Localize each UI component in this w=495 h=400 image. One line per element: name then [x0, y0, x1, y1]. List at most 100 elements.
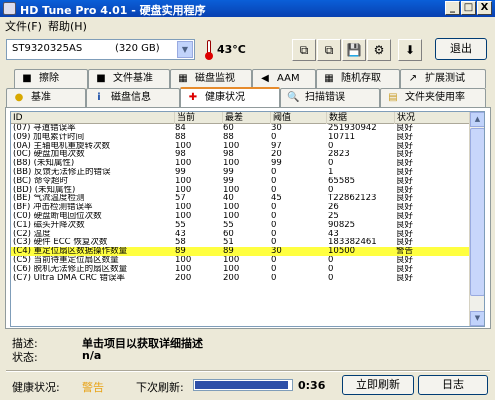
cell-status: 良好	[396, 167, 414, 177]
table-row[interactable]: (BB) 反馈无法修正的错误 99 99 0 1 良好	[11, 168, 470, 177]
table-row[interactable]: (B8) (未知属性) 100 100 99 0 良好	[11, 159, 470, 168]
vertical-scrollbar[interactable]: ▲ ▼	[469, 112, 484, 326]
cell-status: 良好	[396, 159, 414, 168]
cell-threshold: 0	[271, 176, 277, 186]
cell-threshold: 0	[271, 203, 277, 212]
menu-help[interactable]: 帮助(H)	[48, 18, 87, 34]
table-row[interactable]: (C3) 硬件 ECC 恢复次数 58 51 0 183382461 良好	[11, 238, 470, 247]
cell-status: 良好	[396, 150, 414, 160]
table-row[interactable]: (C2) 温度 43 60 0 43 良好	[11, 230, 470, 239]
cell-id: (BE) 气流温度检测	[13, 194, 85, 204]
cell-worst: 51	[223, 238, 234, 248]
cell-data: T22862123	[328, 194, 377, 204]
minimize-button[interactable]: _	[445, 1, 460, 15]
table-row[interactable]: (BC) 命令超时 100 99 0 65585 良好	[11, 177, 470, 186]
header-current[interactable]: 当前	[175, 112, 223, 124]
maximize-button[interactable]: □	[461, 1, 476, 15]
table-row[interactable]: (07) 寻道错误率 84 60 30 251930942 良好	[11, 124, 470, 133]
table-row[interactable]: (BF) 冲击检测错误率 100 100 0 26 良好	[11, 203, 470, 212]
menu-bar: 文件(F) 帮助(H)	[0, 17, 495, 34]
table-row[interactable]: (C4) 重定位扇区数据操作数量 89 89 30 10500 警告	[11, 247, 470, 256]
tab-extra-tests[interactable]: ↗ 扩展测试	[400, 69, 486, 88]
cell-threshold: 0	[271, 273, 277, 283]
table-row[interactable]: (09) 加电累计时间 88 88 0 10711 良好	[11, 133, 470, 142]
drive-select[interactable]: ST9320325AS (320 GB) ▼	[6, 39, 195, 60]
cell-current: 100	[175, 141, 192, 151]
cell-worst: 100	[223, 203, 240, 212]
monitor-icon: ▦	[178, 73, 188, 84]
cell-status: 良好	[396, 220, 414, 230]
tab-error-scan[interactable]: 🔍 扫描错误	[280, 88, 380, 107]
cell-data: 90825	[328, 220, 356, 230]
cell-data: 25	[328, 211, 339, 221]
header-worst[interactable]: 最差	[223, 112, 271, 124]
table-row[interactable]: (C1) 磁头升降次数 55 55 0 90825 良好	[11, 221, 470, 230]
download-button[interactable]: ⬇	[398, 39, 422, 61]
cell-data: 65585	[328, 176, 356, 186]
table-row[interactable]: (BD) (未知属性) 100 100 0 0 良好	[11, 186, 470, 195]
table-row[interactable]: (BE) 气流温度检测 57 40 45 T22862123 良好	[11, 194, 470, 203]
tab-erase[interactable]: ■ 擦除	[14, 69, 88, 88]
thermometer-icon	[205, 40, 213, 60]
copy-text-button[interactable]: ⧉	[292, 39, 316, 61]
cell-worst: 100	[223, 264, 240, 274]
header-threshold[interactable]: 阈值	[271, 112, 327, 124]
scroll-up-icon[interactable]: ▲	[470, 112, 484, 127]
exit-button[interactable]: 退出	[435, 38, 487, 60]
info-icon: i	[97, 92, 101, 103]
magnifier-icon: 🔍	[287, 92, 300, 103]
tab-row-top: ■ 擦除 ■ 文件基准 ▦ 磁盘监视 ◀ AAM ▦ 随机存取 ↗ 扩展测试	[4, 69, 491, 88]
header-data[interactable]: 数据	[327, 112, 395, 124]
table-row[interactable]: (C0) 硬盘断电回位次数 100 100 0 25 良好	[11, 212, 470, 221]
cell-status: 良好	[396, 132, 414, 142]
table-body: (07) 寻道错误率 84 60 30 251930942 良好 (09) 加电累计时间 88…	[11, 124, 470, 282]
log-button[interactable]: 日志	[418, 375, 488, 395]
cell-current: 89	[175, 247, 186, 256]
cell-worst: 100	[223, 141, 240, 151]
cell-worst: 60	[223, 229, 234, 239]
table-header: ID 当前 最差 阈值 数据 状况	[11, 112, 470, 124]
cell-threshold: 0	[271, 211, 277, 221]
cell-threshold: 45	[271, 194, 282, 204]
table-row[interactable]: (0C) 硬盘加电次数 98 98 20 2823 良好	[11, 150, 470, 159]
refresh-now-button[interactable]: 立即刷新	[342, 375, 414, 395]
table-row[interactable]: (C7) Ultra DMA CRC 错误率 200 200 0 0 良好	[11, 274, 470, 283]
cell-threshold: 0	[271, 220, 277, 230]
menu-file[interactable]: 文件(F)	[5, 18, 42, 34]
tab-disk-monitor[interactable]: ▦ 磁盘监视	[170, 69, 252, 88]
cell-threshold: 0	[271, 132, 277, 142]
table-row[interactable]: (C6) 脱机无法修正的扇区数量 100 100 0 0 良好	[11, 265, 470, 274]
cell-data: 10711	[328, 132, 356, 142]
table-row[interactable]: (0A) 主轴电机重旋转次数 100 100 97 0 良好	[11, 142, 470, 151]
cell-worst: 200	[223, 273, 240, 283]
header-status[interactable]: 状况	[395, 112, 470, 124]
cell-threshold: 0	[271, 167, 277, 177]
state-label: 状态:	[12, 351, 38, 364]
cell-id: (07) 寻道错误率	[13, 124, 76, 133]
scroll-down-icon[interactable]: ▼	[470, 311, 484, 326]
tab-aam[interactable]: ◀ AAM	[252, 69, 316, 88]
tab-health[interactable]: ✚ 健康状况	[180, 87, 280, 107]
table-row[interactable]: (C5) 当前待重定位扇区数量 100 100 0 0 良好	[11, 256, 470, 265]
close-button[interactable]: X	[477, 1, 492, 15]
cell-id: (C6) 脱机无法修正的扇区数量	[13, 264, 128, 274]
tab-random-access[interactable]: ▦ 随机存取	[316, 69, 400, 88]
smart-attributes-table[interactable]: ID 当前 最差 阈值 数据 状况 (07) 寻道错误率 84 60 30 251930…	[10, 111, 485, 327]
header-id[interactable]: ID	[11, 112, 175, 124]
cell-threshold: 97	[271, 141, 282, 151]
cell-current: 100	[175, 203, 192, 212]
chevron-down-icon[interactable]: ▼	[177, 41, 193, 58]
tab-disk-info[interactable]: i 磁盘信息	[86, 88, 180, 107]
tab-file-benchmark[interactable]: ■ 文件基准	[88, 69, 170, 88]
tab-benchmark[interactable]: ● 基准	[6, 88, 86, 107]
cell-current: 43	[175, 229, 186, 239]
cell-id: (C3) 硬件 ECC 恢复次数	[13, 238, 108, 248]
save-button[interactable]: 💾	[342, 39, 366, 61]
copy-screenshot-button[interactable]: ⧉	[317, 39, 341, 61]
tab-folder-usage[interactable]: ▤ 文件夹使用率	[380, 88, 486, 107]
options-button[interactable]: ⚙	[367, 39, 391, 61]
cell-id: (C2) 温度	[13, 229, 51, 239]
cell-status: 良好	[396, 141, 414, 151]
cell-worst: 89	[223, 247, 234, 256]
scroll-thumb[interactable]	[470, 128, 484, 296]
